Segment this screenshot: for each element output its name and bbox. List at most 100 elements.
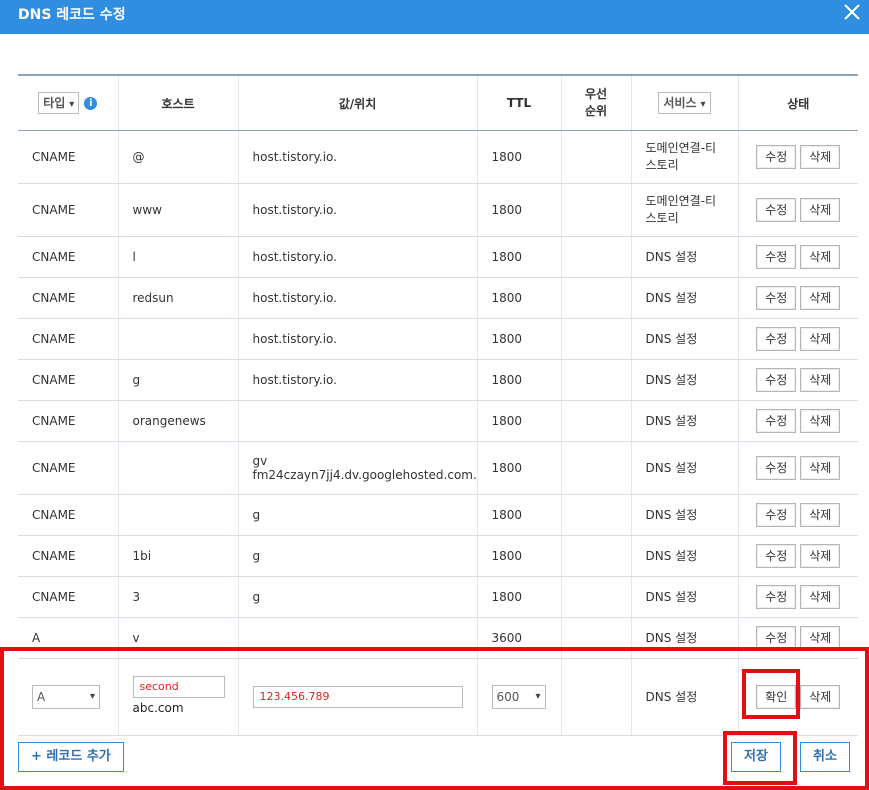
delete-button[interactable]: 삭제 [800,626,841,650]
row-priority [560,277,631,319]
row-value: g [237,535,477,577]
row-ttl: 1800 [476,318,561,360]
delete-button[interactable]: 삭제 [800,145,841,169]
service-filter-select[interactable]: 서비스 ▾ [658,92,711,114]
row-service: DNS 설정 [630,236,738,278]
row-priority [560,130,631,184]
header-type: 타입 ▾ i [18,74,118,131]
dns-record-table: 타입 ▾ i 호스트 값/위치 TTL 우선 순위 서비스 ▾ 상태 CNAME @ ho… [18,74,858,736]
delete-button[interactable]: 삭제 [800,544,841,568]
row-value [237,617,477,659]
row-service: DNS 설정 [630,441,738,495]
edit-button[interactable]: 수정 [756,327,797,351]
row-host: www [117,183,238,237]
edit-service: DNS 설정 [630,658,738,736]
row-ttl: 1800 [476,236,561,278]
delete-button[interactable]: 삭제 [800,685,841,709]
edit-record-row: A ▾ second abc.com 123.456.789 600 ▾ DNS 설… [18,658,858,736]
table-row: Av 3600 DNS 설정 수정 삭제 [18,617,858,659]
row-service: DNS 설정 [630,576,738,618]
row-priority [560,617,631,659]
row-host: @ [117,130,238,184]
row-host [117,318,238,360]
row-host [117,441,238,495]
row-type: CNAME [18,183,118,237]
delete-button[interactable]: 삭제 [800,409,841,433]
edit-button[interactable]: 수정 [756,626,797,650]
row-priority [560,494,631,536]
table-row: CNAME 1bi g 1800 DNS 설정 수정 삭제 [18,535,858,577]
row-value: g [237,576,477,618]
row-ttl: 1800 [476,441,561,495]
close-icon[interactable] [843,3,861,21]
row-value: host.tistory.io. [237,318,477,360]
edit-button[interactable]: 수정 [756,368,797,392]
delete-button[interactable]: 삭제 [800,456,841,480]
row-ttl: 1800 [476,277,561,319]
table-header-row: 타입 ▾ i 호스트 값/위치 TTL 우선 순위 서비스 ▾ 상태 [18,74,858,131]
edit-button[interactable]: 수정 [756,286,797,310]
row-ttl: 1800 [476,576,561,618]
table-row: CNAME www host.tistory.io. 1800 도메인연결-티 스토리 수… [18,183,858,237]
edit-button[interactable]: 수정 [756,245,797,269]
add-record-button[interactable]: + 레코드 추가 [18,742,124,772]
row-ttl: 1800 [476,400,561,442]
header-status: 상태 [737,74,858,131]
row-priority [560,236,631,278]
edit-button[interactable]: 수정 [756,145,797,169]
row-priority [560,183,631,237]
edit-button[interactable]: 수정 [756,585,797,609]
edit-button[interactable]: 수정 [756,198,797,222]
delete-button[interactable]: 삭제 [800,286,841,310]
header-service: 서비스 ▾ [630,74,738,131]
row-priority [560,535,631,577]
edit-value-input[interactable]: 123.456.789 [252,686,463,708]
row-service: DNS 설정 [630,535,738,577]
cancel-button[interactable]: 취소 [800,742,850,772]
type-filter-select[interactable]: 타입 ▾ [38,92,80,114]
table-row: CNAME gv fm24czayn7jj4.dv.googlehosted.co… [18,441,858,495]
row-value: g [237,494,477,536]
edit-ttl-select[interactable]: 600 ▾ [491,685,546,709]
row-host [117,494,238,536]
table-row: CNAME host.tistory.io. 1800 DNS 설정 수정 삭제 [18,318,858,360]
delete-button[interactable]: 삭제 [800,503,841,527]
row-value: gv fm24czayn7jj4.dv.googlehosted.com. [237,441,477,495]
edit-button[interactable]: 수정 [756,456,797,480]
header-ttl: TTL [476,74,561,131]
table-row: CNAME orangenews 1800 DNS 설정 수정 삭제 [18,400,858,442]
confirm-button[interactable]: 확인 [756,685,797,709]
delete-button[interactable]: 삭제 [800,585,841,609]
chevron-down-icon: ▾ [69,99,75,110]
row-type: CNAME [18,400,118,442]
row-ttl: 1800 [476,359,561,401]
row-ttl: 1800 [476,494,561,536]
edit-host-input[interactable]: second [132,676,225,698]
delete-button[interactable]: 삭제 [800,368,841,392]
edit-button[interactable]: 수정 [756,503,797,527]
delete-button[interactable]: 삭제 [800,245,841,269]
row-value [237,400,477,442]
row-type: CNAME [18,277,118,319]
delete-button[interactable]: 삭제 [800,327,841,351]
edit-button[interactable]: 수정 [756,409,797,433]
row-service: DNS 설정 [630,400,738,442]
row-service: 도메인연결-티 스토리 [630,183,738,237]
row-service: DNS 설정 [630,359,738,401]
table-row: CNAME g 1800 DNS 설정 수정 삭제 [18,494,858,536]
row-host: g [117,359,238,401]
row-service: DNS 설정 [630,617,738,659]
row-priority [560,441,631,495]
table-row: CNAME redsun host.tistory.io. 1800 DNS 설정 수정 삭… [18,277,858,319]
row-priority [560,359,631,401]
header-value: 값/위치 [237,74,477,131]
table-row: CNAME l host.tistory.io. 1800 DNS 설정 수정 삭제 [18,236,858,278]
edit-type-select[interactable]: A ▾ [32,685,100,709]
delete-button[interactable]: 삭제 [800,198,841,222]
info-icon[interactable]: i [84,96,98,110]
dialog-titlebar: DNS 레코드 수정 [0,0,869,34]
edit-button[interactable]: 수정 [756,544,797,568]
row-type: CNAME [18,236,118,278]
save-button[interactable]: 저장 [731,742,781,772]
row-service: DNS 설정 [630,277,738,319]
